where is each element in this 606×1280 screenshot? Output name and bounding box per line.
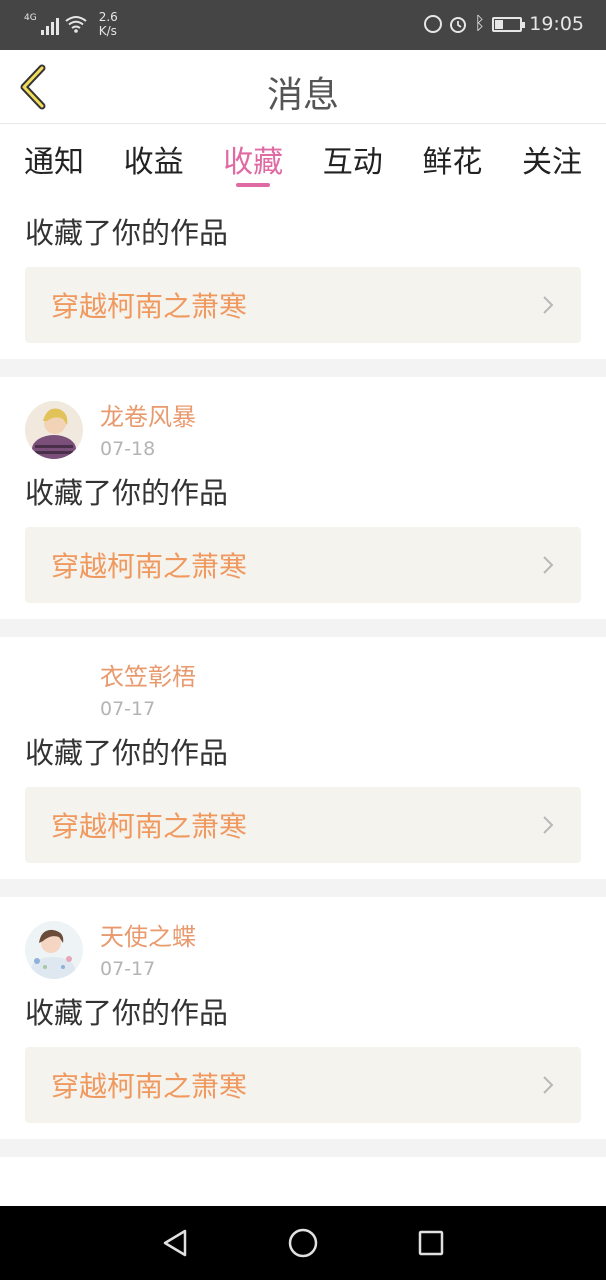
tab-bar: 通知 收益 收藏 互动 鲜花 关注	[0, 125, 606, 195]
tab-notifications[interactable]: 通知	[24, 125, 84, 195]
clock-text: 19:05	[529, 13, 584, 35]
chevron-right-icon	[543, 296, 554, 314]
user-meta: 衣笠彰梧 07-17	[100, 661, 196, 725]
tab-label: 互动	[322, 145, 383, 180]
work-title: 穿越柯南之萧寒	[51, 290, 248, 323]
wifi-icon	[65, 16, 87, 33]
work-title: 穿越柯南之萧寒	[51, 550, 248, 583]
user-meta: 天使之蝶 07-17	[100, 921, 196, 985]
title-bar: 消息	[0, 50, 606, 124]
work-link[interactable]: 穿越柯南之萧寒	[25, 1047, 581, 1123]
status-left: 4G 2.6 K/s	[24, 10, 118, 38]
chevron-right-icon	[543, 556, 554, 574]
tab-favorites[interactable]: 收藏	[223, 125, 283, 195]
username[interactable]: 衣笠彰梧	[100, 661, 196, 693]
home-circle-icon[interactable]	[285, 1225, 321, 1261]
tab-label: 通知	[24, 145, 84, 180]
timestamp: 07-17	[100, 958, 156, 980]
system-nav-bar	[0, 1206, 606, 1280]
timestamp: 07-17	[100, 698, 156, 720]
back-triangle-icon[interactable]	[157, 1225, 193, 1261]
divider	[0, 1139, 606, 1157]
avatar[interactable]	[25, 401, 83, 459]
net-speed-unit: K/s	[98, 24, 117, 38]
tab-label: 收藏	[223, 145, 284, 180]
battery-icon	[492, 16, 526, 32]
data-saver-icon	[424, 15, 443, 33]
work-link[interactable]: 穿越柯南之萧寒	[25, 527, 581, 603]
status-right: ᛒ 19:05	[424, 13, 584, 35]
list-item: 衣笠彰梧 07-17 收藏了你的作品 穿越柯南之萧寒	[0, 637, 606, 879]
avatar[interactable]	[25, 661, 83, 719]
list-item: 天使之蝶 07-17 收藏了你的作品 穿越柯南之萧寒	[0, 897, 606, 1139]
network-type: 4G	[24, 13, 37, 23]
bluetooth-icon: ᛒ	[474, 13, 486, 34]
tab-earnings[interactable]: 收益	[124, 125, 184, 195]
divider	[0, 359, 606, 377]
user-row: 天使之蝶 07-17	[25, 897, 581, 993]
tab-flowers[interactable]: 鲜花	[422, 125, 482, 195]
recents-square-icon[interactable]	[413, 1225, 449, 1261]
net-speed: 2.6 K/s	[99, 10, 118, 38]
username[interactable]: 龙卷风暴	[100, 401, 196, 433]
tab-follows[interactable]: 关注	[522, 125, 582, 195]
work-link[interactable]: 穿越柯南之萧寒	[25, 267, 581, 343]
list-item: 龙卷风暴 07-18 收藏了你的作品 穿越柯南之萧寒	[0, 377, 606, 619]
tab-interactions[interactable]: 互动	[323, 125, 383, 195]
action-text: 收藏了你的作品	[25, 736, 229, 770]
signal-icon: 4G	[24, 13, 59, 35]
tab-label: 关注	[521, 145, 582, 180]
user-meta: 龙卷风暴 07-18	[100, 401, 196, 465]
work-title: 穿越柯南之萧寒	[51, 1070, 248, 1103]
chevron-right-icon	[543, 816, 554, 834]
divider	[0, 879, 606, 897]
timestamp: 07-18	[100, 438, 156, 460]
action-text: 收藏了你的作品	[25, 996, 229, 1030]
work-link[interactable]: 穿越柯南之萧寒	[25, 787, 581, 863]
alarm-icon	[450, 17, 467, 33]
action-text: 收藏了你的作品	[25, 476, 229, 510]
tab-label: 收益	[123, 145, 184, 180]
user-row: 龙卷风暴 07-18	[25, 377, 581, 473]
work-title: 穿越柯南之萧寒	[51, 810, 248, 843]
status-bar: 4G 2.6 K/s ᛒ 19:05	[0, 0, 606, 50]
user-row: 衣笠彰梧 07-17	[25, 637, 581, 733]
page-title: 消息	[266, 75, 339, 116]
username[interactable]: 天使之蝶	[100, 921, 196, 953]
list-item: 收藏了你的作品 穿越柯南之萧寒	[0, 195, 606, 359]
tab-label: 鲜花	[422, 145, 483, 180]
action-text: 收藏了你的作品	[25, 216, 229, 250]
active-tab-indicator	[236, 183, 271, 187]
chevron-right-icon	[543, 1076, 554, 1094]
divider	[0, 619, 606, 637]
favorites-feed: 收藏了你的作品 穿越柯南之萧寒 龙卷风暴 07-18 收藏了你的作品 穿越柯南之…	[0, 195, 606, 1157]
net-speed-value: 2.6	[98, 10, 118, 24]
avatar[interactable]	[25, 921, 83, 979]
